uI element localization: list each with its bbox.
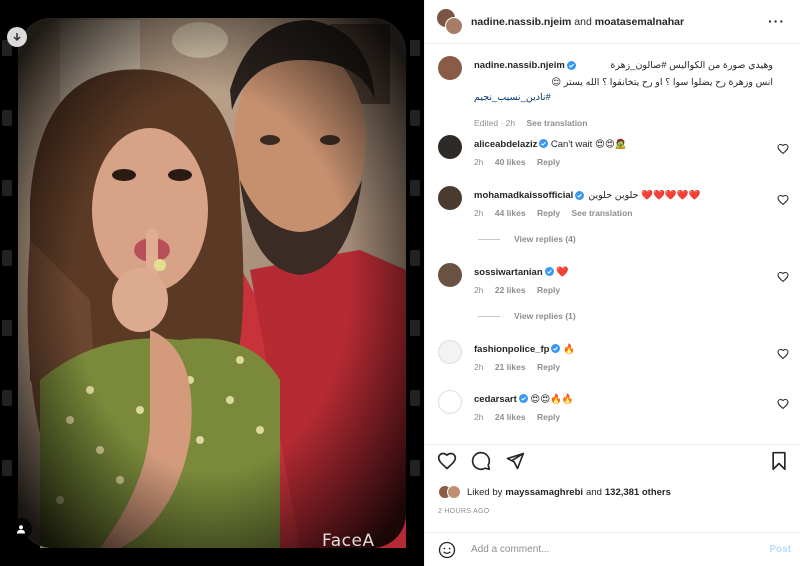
comment-username[interactable]: sossiwartanian [474,267,543,278]
comment-text: 🔥 [563,344,575,355]
post-header: nadine.nassib.njeim and moatasemalnahar … [425,0,800,44]
avatar[interactable] [438,340,462,364]
author-username[interactable]: nadine.nassib.njeim [471,16,571,28]
comment-username[interactable]: fashionpolice_fp [474,344,549,355]
divider [478,315,500,317]
caption-username[interactable]: nadine.nassib.njeim [474,60,565,71]
post-photo [0,0,424,566]
post-details-panel: nadine.nassib.njeim and moatasemalnahar … [424,0,800,566]
likes-count[interactable]: 132,381 others [605,487,671,498]
like-comment-icon[interactable] [777,194,789,206]
comment-username[interactable]: aliceabdelaziz [474,139,537,150]
avatar[interactable] [445,16,463,35]
coauthor-username[interactable]: moatasemalnahar [595,16,684,28]
reply-button[interactable]: Reply [537,412,560,422]
view-replies-label: View replies (1) [514,311,576,321]
caption-edited: Edited · 2h [474,118,516,128]
authors-joiner: and [574,15,592,28]
like-icon[interactable] [437,451,457,471]
comment-time: 2h [474,412,484,422]
post-media[interactable]: FaceA [0,0,424,566]
verified-badge-icon [566,61,576,70]
reply-button[interactable]: Reply [537,157,560,167]
see-translation-link[interactable]: See translation [571,208,632,218]
liked-by-prefix: Liked by [467,486,503,498]
comment-time: 2h [474,157,484,167]
add-comment-input[interactable]: Add a comment... [471,544,549,555]
add-comment-bar: Add a comment... Post [425,532,800,566]
comment-likes[interactable]: 40 likes [495,157,526,167]
comments-list[interactable]: nadine.nassib.njeim وهيدي صورة من الكوال… [425,44,800,444]
avatar[interactable] [438,263,462,287]
liked-by-user[interactable]: mayssamaghrebi [505,487,583,498]
like-comment-icon[interactable] [777,398,789,410]
verified-badge-icon [551,344,561,353]
verified-badge-icon [518,394,528,403]
liked-by: Liked by mayssamaghrebi and 132,381 othe… [438,485,671,499]
comment-time: 2h [474,362,484,372]
comment-likes[interactable]: 44 likes [495,208,526,218]
comment-likes[interactable]: 22 likes [495,285,526,295]
post-authors: nadine.nassib.njeim and moatasemalnahar [471,16,684,28]
post-comment-button[interactable]: Post [769,544,791,555]
see-translation-link[interactable]: See translation [527,118,588,128]
verified-badge-icon [539,139,549,148]
media-watermark: FaceA [322,531,375,551]
comment-time: 2h [474,285,484,295]
comment-username[interactable]: mohamadkaissofficial [474,190,573,201]
view-replies-button[interactable]: View replies (1) [478,311,576,321]
avatar[interactable] [447,485,461,499]
liked-by-joiner: and [586,486,602,498]
comment-text: ❤️ [556,267,569,278]
comment-time: 2h [474,208,484,218]
avatar[interactable] [438,135,462,159]
caption-text-line: انس وزهرة رح يضلوا سوا ؟ او رح يتخانقوا … [551,77,773,88]
avatar[interactable] [438,56,462,80]
download-icon[interactable] [7,27,27,47]
like-comment-icon[interactable] [777,271,789,283]
reply-button[interactable]: Reply [537,208,560,218]
comment-likes[interactable]: 24 likes [495,412,526,422]
comment-text: Can't wait 😍😍🧟 [550,139,627,150]
verified-badge-icon [575,191,585,200]
more-options-icon[interactable]: ··· [768,13,785,29]
reply-button[interactable]: Reply [537,362,560,372]
post-actions: Liked by mayssamaghrebi and 132,381 othe… [425,444,800,534]
avatar[interactable] [438,390,462,414]
avatar[interactable] [438,186,462,210]
post-timestamp: 2 HOURS AGO [438,508,490,515]
emoji-icon[interactable] [438,541,456,559]
view-replies-button[interactable]: View replies (4) [478,234,576,244]
like-comment-icon[interactable] [777,143,789,155]
like-comment-icon[interactable] [777,348,789,360]
comment-text: 😍😍🔥🔥 [530,394,574,405]
caption-hashtag[interactable]: #نادين_نسيب_نجيم [474,92,773,103]
comment-likes[interactable]: 21 likes [495,362,526,372]
save-icon[interactable] [769,451,789,471]
share-icon[interactable] [505,451,525,471]
comment-username[interactable]: cedarsart [474,394,517,405]
comment-icon[interactable] [471,451,491,471]
user-tag-icon[interactable] [10,518,32,540]
verified-badge-icon [544,267,554,276]
caption-text-line: وهيدي صورة من الكواليس #صالون_زهرة [610,60,773,71]
reply-button[interactable]: Reply [537,285,560,295]
view-replies-label: View replies (4) [514,234,576,244]
comment-text: حلوين حلوين ❤️❤️❤️❤️❤️ [588,190,701,201]
author-avatars[interactable] [437,8,463,35]
divider [478,238,500,240]
